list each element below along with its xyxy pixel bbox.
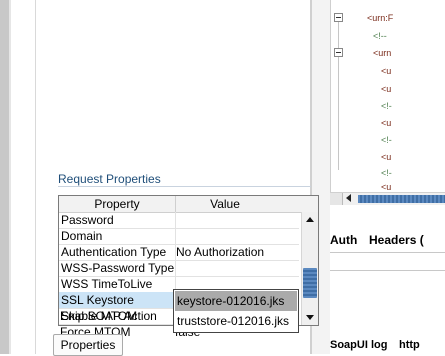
dropdown-option-truststore[interactable]: truststore-012016.jks	[175, 311, 297, 331]
property-name: WSS-Password Type	[61, 261, 175, 275]
column-header-value[interactable]: Value	[175, 197, 275, 211]
arrow-down-icon	[306, 315, 314, 320]
xml-comment: <!-	[381, 135, 392, 145]
scroll-up-button[interactable]	[302, 212, 318, 228]
xml-editor[interactable]: <urn:F <!-- <urn <u <u <!- <u <!- <u <!-…	[330, 0, 445, 202]
tree-guide	[338, 20, 339, 170]
horizontal-scrollbar[interactable]	[330, 192, 445, 205]
tab-soapui-log[interactable]: SoapUI log	[330, 339, 387, 351]
table-header: Property Value	[59, 196, 318, 213]
scroll-thumb[interactable]	[358, 195, 445, 203]
xml-line: <u	[381, 66, 392, 76]
xml-comment: <!-	[381, 101, 392, 111]
xml-line: <urn	[373, 48, 392, 58]
tab-http-log[interactable]: http	[399, 339, 420, 351]
table-row[interactable]: Password	[59, 212, 299, 229]
property-name: WSS TimeToLive	[61, 277, 153, 291]
xml-line: <u	[381, 152, 392, 162]
divider	[330, 270, 445, 271]
window-frame	[0, 0, 9, 354]
xml-line: <u	[381, 84, 392, 94]
scroll-corner	[330, 193, 343, 205]
tab-auth[interactable]: Auth	[330, 233, 357, 247]
table-row[interactable]: WSS-Password Type	[59, 260, 299, 277]
request-properties-title: Request Properties	[58, 172, 161, 186]
property-name: Password	[61, 213, 114, 227]
arrow-up-icon	[306, 217, 314, 222]
xml-comment: <!-	[381, 168, 392, 178]
tab-headers[interactable]: Headers (	[369, 233, 424, 247]
title-underline	[58, 186, 311, 187]
divider	[35, 0, 36, 354]
property-name: Enable MTOM	[60, 309, 138, 323]
property-value[interactable]: No Authorization	[176, 245, 299, 259]
property-name: Domain	[61, 229, 103, 243]
column-header-property[interactable]: Property	[59, 197, 175, 211]
xml-line: <u	[381, 118, 392, 128]
keystore-dropdown-list[interactable]: keystore-012016.jks truststore-012016.jk…	[173, 289, 299, 333]
scroll-thumb[interactable]	[303, 268, 317, 298]
property-name: SSL Keystore	[61, 293, 134, 307]
properties-button[interactable]: Properties	[53, 334, 123, 356]
table-row[interactable]: Domain	[59, 228, 299, 245]
collapse-icon[interactable]	[334, 48, 343, 57]
divider	[330, 252, 445, 253]
property-name: Authentication Type	[61, 245, 167, 259]
table-row[interactable]: Authentication Type No Authorization	[59, 244, 299, 261]
xml-line: <u	[381, 182, 392, 192]
xml-line: <urn:F	[367, 13, 394, 23]
scroll-left-icon[interactable]	[346, 194, 351, 202]
xml-comment: <!--	[373, 31, 387, 41]
scroll-down-button[interactable]	[302, 309, 318, 325]
collapse-icon[interactable]	[334, 13, 343, 22]
vertical-scrollbar[interactable]	[301, 212, 318, 325]
dropdown-option-keystore[interactable]: keystore-012016.jks	[175, 291, 297, 311]
